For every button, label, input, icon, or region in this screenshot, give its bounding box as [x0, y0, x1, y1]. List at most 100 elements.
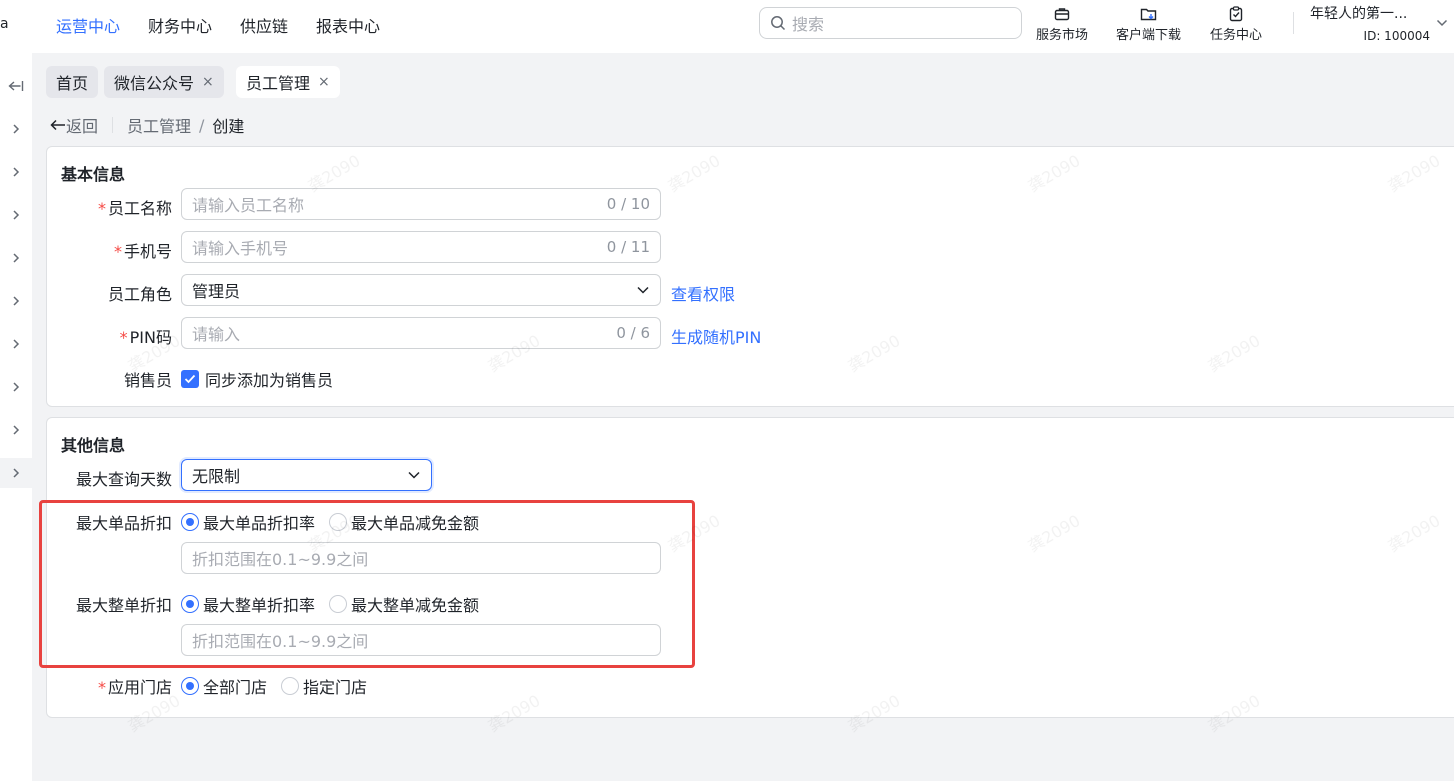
max-query-days-label: 最大查询天数 — [2, 466, 172, 490]
item-discount-amount-radio[interactable]: 最大单品减免金额 — [329, 510, 479, 534]
radio-dot — [181, 513, 199, 531]
folder-download-icon — [1140, 4, 1158, 24]
tab-label: 首页 — [56, 74, 89, 93]
label-text: PIN码 — [129, 328, 172, 347]
label-text: 应用门店 — [107, 678, 172, 697]
order-discount-radio-group: 最大整单折扣率 最大整单减免金额 — [181, 592, 493, 616]
label-text: 手机号 — [123, 242, 172, 261]
radio-label: 最大整单折扣率 — [203, 596, 316, 615]
task-center-button[interactable]: 任务中心 — [1210, 4, 1262, 43]
back-button[interactable]: 返回 — [50, 113, 98, 137]
select-value: 管理员 — [192, 282, 241, 301]
max-item-discount-label: 最大单品折扣 — [2, 510, 172, 534]
nav-operations[interactable]: 运营中心 — [56, 13, 120, 37]
applicable-stores-label: * 应用门店 — [2, 674, 172, 698]
item-discount-radio-group: 最大单品折扣率 最大单品减免金额 — [181, 510, 493, 534]
order-discount-input[interactable]: 折扣范围在0.1~9.9之间 — [181, 624, 661, 656]
all-stores-radio[interactable]: 全部门店 — [181, 674, 267, 698]
service-market-button[interactable]: 服务市场 — [1036, 4, 1088, 43]
label-text: 员工名称 — [107, 199, 172, 218]
phone-input[interactable]: 请输入手机号 0 / 11 — [181, 231, 661, 263]
checkbox-label: 同步添加为销售员 — [205, 371, 334, 390]
user-name[interactable]: 年轻人的第一... — [1310, 3, 1407, 23]
section-title: 基本信息 — [61, 165, 126, 184]
top-bar: a 运营中心 财务中心 供应链 报表中心 搜索 服务市场 客户端下载 任务中心 … — [0, 0, 1454, 53]
specific-stores-radio[interactable]: 指定门店 — [281, 674, 367, 698]
salesperson-label: 销售员 — [2, 367, 172, 391]
search-placeholder: 搜索 — [792, 15, 825, 34]
placeholder: 请输入 — [192, 325, 241, 344]
basic-info-card: 基本信息 * 员工名称 请输入员工名称 0 / 10 * 手机号 请输入手机号 0 / … — [46, 146, 1454, 407]
close-icon[interactable]: × — [318, 74, 330, 90]
close-icon[interactable]: × — [202, 74, 214, 90]
radio-label: 最大单品折扣率 — [203, 514, 316, 533]
radio-dot — [281, 677, 300, 695]
briefcase-icon — [1054, 4, 1070, 24]
search-icon — [771, 16, 786, 31]
pin-label: * PIN码 — [2, 324, 172, 348]
role-label: 员工角色 — [2, 281, 172, 305]
client-download-label: 客户端下载 — [1116, 28, 1182, 43]
divider — [112, 117, 114, 133]
tab-wechat[interactable]: 微信公众号 × — [104, 66, 224, 98]
chevron-down-icon — [637, 286, 649, 294]
nav-supply-chain[interactable]: 供应链 — [240, 13, 288, 37]
sidebar — [0, 53, 32, 781]
required-mark: * — [119, 328, 128, 347]
phone-label: * 手机号 — [2, 238, 172, 262]
main-nav: 运营中心 财务中心 供应链 报表中心 — [56, 0, 408, 50]
nav-reports[interactable]: 报表中心 — [316, 13, 380, 37]
client-download-button[interactable]: 客户端下载 — [1116, 4, 1181, 43]
tab-label: 员工管理 — [246, 74, 311, 93]
employee-name-label: * 员工名称 — [2, 195, 172, 219]
breadcrumb-current: 创建 — [212, 117, 245, 136]
breadcrumb: 返回 员工管理 / 创建 — [50, 113, 244, 137]
max-order-discount-label: 最大整单折扣 — [2, 592, 172, 616]
sidebar-expand-icon[interactable] — [0, 157, 32, 187]
char-counter: 0 / 6 — [616, 324, 650, 342]
char-counter: 0 / 10 — [606, 195, 650, 213]
employee-name-input[interactable]: 请输入员工名称 0 / 10 — [181, 188, 661, 220]
role-select[interactable]: 管理员 — [181, 274, 661, 306]
tab-home[interactable]: 首页 — [46, 66, 99, 98]
nav-finance[interactable]: 财务中心 — [148, 13, 212, 37]
sync-salesperson-checkbox[interactable]: 同步添加为销售员 — [181, 367, 333, 391]
tab-label: 微信公众号 — [114, 74, 195, 93]
pin-input[interactable]: 请输入 0 / 6 — [181, 317, 661, 349]
item-discount-input[interactable]: 折扣范围在0.1~9.9之间 — [181, 542, 661, 574]
chevron-down-icon[interactable] — [1436, 14, 1448, 32]
placeholder: 请输入员工名称 — [192, 196, 305, 215]
breadcrumb-parent[interactable]: 员工管理 — [127, 113, 191, 137]
order-discount-rate-radio[interactable]: 最大整单折扣率 — [181, 592, 315, 616]
view-permissions-link[interactable]: 查看权限 — [671, 281, 735, 305]
search-input[interactable]: 搜索 — [759, 7, 1022, 39]
radio-dot — [329, 513, 348, 531]
back-label: 返回 — [66, 117, 99, 136]
required-mark: * — [97, 678, 106, 697]
service-market-label: 服务市场 — [1036, 28, 1089, 43]
required-mark: * — [113, 242, 122, 261]
order-discount-amount-radio[interactable]: 最大整单减免金额 — [329, 592, 479, 616]
item-discount-rate-radio[interactable]: 最大单品折扣率 — [181, 510, 315, 534]
clipboard-check-icon — [1228, 4, 1244, 24]
required-mark: * — [97, 199, 106, 218]
label-text: 最大查询天数 — [75, 470, 172, 489]
divider — [1293, 12, 1294, 34]
user-id: ID: 100004 — [1363, 29, 1430, 43]
radio-dot — [329, 595, 348, 613]
check-icon — [181, 370, 199, 388]
radio-label: 最大整单减免金额 — [351, 596, 480, 615]
tab-staff-management[interactable]: 员工管理 × — [236, 66, 340, 98]
label-text: 最大整单折扣 — [75, 596, 172, 615]
generate-pin-link[interactable]: 生成随机PIN — [671, 324, 761, 348]
collapse-sidebar-icon[interactable] — [0, 71, 32, 101]
arrow-left-icon — [50, 119, 65, 131]
section-title: 其他信息 — [61, 436, 126, 455]
top-edge-text: a — [0, 16, 9, 32]
max-query-days-select[interactable]: 无限制 — [181, 459, 432, 491]
sidebar-expand-icon[interactable] — [0, 114, 32, 144]
label-text: 销售员 — [123, 371, 172, 390]
sidebar-expand-icon[interactable] — [0, 415, 32, 445]
select-value: 无限制 — [192, 467, 241, 486]
radio-label: 最大单品减免金额 — [351, 514, 480, 533]
